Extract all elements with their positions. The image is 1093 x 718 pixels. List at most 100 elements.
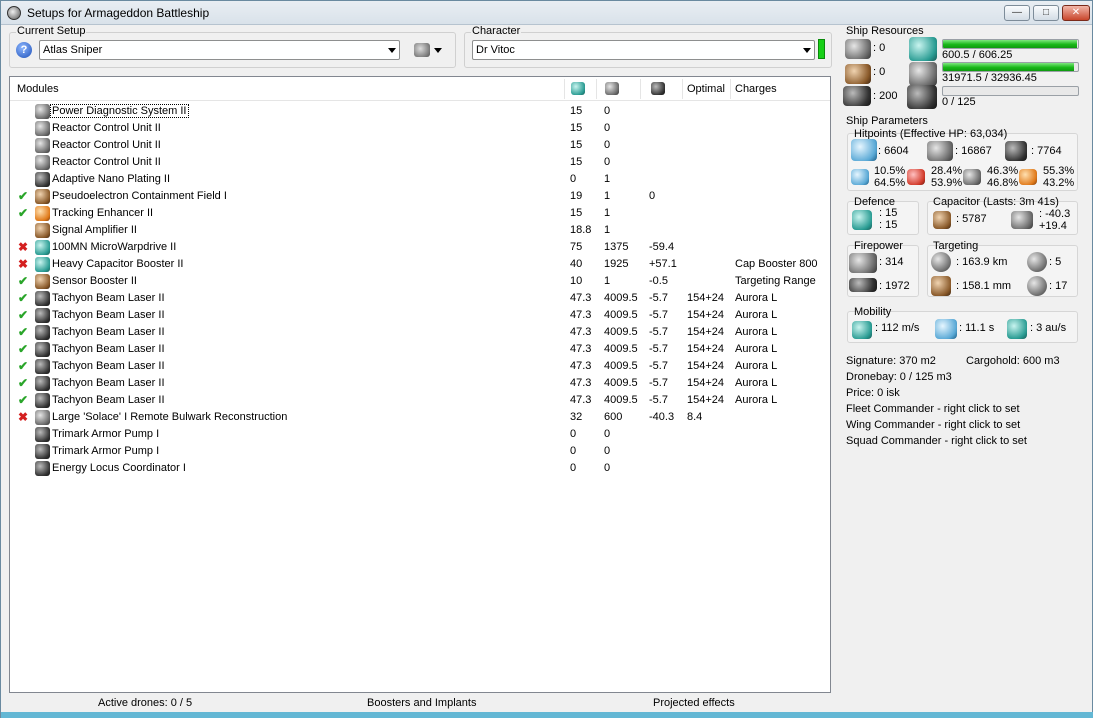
character-select[interactable]: Dr Vitoc xyxy=(472,40,815,60)
status-empty-icon[interactable] xyxy=(18,427,30,441)
module-charges[interactable]: Aurora L xyxy=(735,394,777,406)
active-check-icon[interactable]: ✔ xyxy=(18,342,30,356)
active-check-icon[interactable]: ✔ xyxy=(18,325,30,339)
module-name: Tachyon Beam Laser II xyxy=(52,377,165,389)
active-check-icon[interactable]: ✔ xyxy=(18,376,30,390)
module-powergrid: 1 xyxy=(604,275,611,287)
module-row[interactable]: ✔ Tachyon Beam Laser II 47.3 4009.5 -5.7 154+… xyxy=(10,290,830,307)
armor-hp-value: : 16867 xyxy=(955,145,992,157)
module-powergrid: 4009.5 xyxy=(604,343,638,355)
status-empty-icon[interactable] xyxy=(18,104,30,118)
active-check-icon[interactable]: ✔ xyxy=(18,274,30,288)
module-row[interactable]: ✔ Tachyon Beam Laser II 47.3 4009.5 -5.7 154+… xyxy=(10,392,830,409)
module-row[interactable]: ✔ Tachyon Beam Laser II 47.3 4009.5 -5.7 154+… xyxy=(10,375,830,392)
explosive-resist-armor: 43.2% xyxy=(1043,177,1075,189)
module-row[interactable]: ✔ Tachyon Beam Laser II 47.3 4009.5 -5.7 154+… xyxy=(10,307,830,324)
module-charges[interactable]: Aurora L xyxy=(735,292,777,304)
active-check-icon[interactable]: ✔ xyxy=(18,393,30,407)
module-row[interactable]: ✔ Tachyon Beam Laser II 47.3 4009.5 -5.7 154+… xyxy=(10,324,830,341)
calibration-value: : 200 xyxy=(873,90,898,102)
tools-dropdown-button[interactable] xyxy=(410,40,446,60)
module-row[interactable]: ✖ Large 'Solace' I Remote Bulwark Reconst… xyxy=(10,409,830,426)
active-check-icon[interactable]: ✔ xyxy=(18,308,30,322)
module-row[interactable]: ✔ Tachyon Beam Laser II 47.3 4009.5 -5.7 154+… xyxy=(10,341,830,358)
status-empty-icon[interactable] xyxy=(18,172,30,186)
module-row[interactable]: Power Diagnostic System II 15 0 xyxy=(10,103,830,120)
module-name: Large 'Solace' I Remote Bulwark Reconstr… xyxy=(52,411,288,423)
question-icon[interactable]: ? xyxy=(16,42,32,58)
beam-laser-icon xyxy=(35,291,50,306)
minimize-button[interactable]: — xyxy=(1004,5,1030,21)
status-empty-icon[interactable] xyxy=(18,444,30,458)
status-empty-icon[interactable] xyxy=(18,461,30,475)
setup-select[interactable]: Atlas Sniper xyxy=(39,40,400,60)
module-cpu: 47.3 xyxy=(570,292,592,304)
module-capacitor: -5.7 xyxy=(649,326,668,338)
active-check-icon[interactable]: ✔ xyxy=(18,291,30,305)
launcher-slots-value: : 0 xyxy=(873,66,886,78)
module-capacitor: +57.1 xyxy=(649,258,677,270)
projected-effects-status[interactable]: Projected effects xyxy=(653,697,735,709)
module-row[interactable]: ✔ Tachyon Beam Laser II 47.3 4009.5 -5.7 154+… xyxy=(10,358,830,375)
boosters-implants-status[interactable]: Boosters and Implants xyxy=(367,697,476,709)
beam-laser-icon xyxy=(35,342,50,357)
active-check-icon[interactable]: ✔ xyxy=(18,206,30,220)
close-button[interactable]: ✕ xyxy=(1062,5,1090,21)
module-name: 100MN MicroWarpdrive II xyxy=(52,241,177,253)
capacitor-icon[interactable] xyxy=(651,82,665,95)
offline-x-icon[interactable]: ✖ xyxy=(18,240,30,254)
charges-column-header[interactable]: Charges xyxy=(735,83,777,95)
dps-icon xyxy=(849,253,877,273)
module-row[interactable]: Signal Amplifier II 18.8 1 xyxy=(10,222,830,239)
module-charges[interactable]: Aurora L xyxy=(735,377,777,389)
capacitor-amount-icon xyxy=(933,211,951,229)
structure-hp-value: : 7764 xyxy=(1031,145,1062,157)
optimal-column-header[interactable]: Optimal xyxy=(687,83,725,95)
defence-value-2: : 15 xyxy=(879,219,898,231)
status-empty-icon[interactable] xyxy=(18,155,30,169)
cpu-icon[interactable] xyxy=(571,82,585,95)
offline-x-icon[interactable]: ✖ xyxy=(18,410,30,424)
modules-list[interactable]: Modules Optimal Charges Power Diagnostic… xyxy=(9,76,831,693)
module-row[interactable]: ✔ Pseudoelectron Containment Field I 19 1 0 xyxy=(10,188,830,205)
squad-commander-slot[interactable]: Squad Commander - right click to set xyxy=(846,435,1027,447)
wing-commander-slot[interactable]: Wing Commander - right click to set xyxy=(846,419,1020,431)
status-empty-icon[interactable] xyxy=(18,223,30,237)
status-empty-icon[interactable] xyxy=(18,121,30,135)
pseudoelectron-icon xyxy=(35,189,50,204)
active-check-icon[interactable]: ✔ xyxy=(18,359,30,373)
module-charges[interactable]: Targeting Range xyxy=(735,275,816,287)
module-row[interactable]: ✖ Heavy Capacitor Booster II 40 1925 +57.1 Ca… xyxy=(10,256,830,273)
active-drones-status[interactable]: Active drones: 0 / 5 xyxy=(98,697,192,709)
active-check-icon[interactable]: ✔ xyxy=(18,189,30,203)
module-row[interactable]: Reactor Control Unit II 15 0 xyxy=(10,120,830,137)
module-row[interactable]: Reactor Control Unit II 15 0 xyxy=(10,137,830,154)
module-row[interactable]: ✔ Tracking Enhancer II 15 1 xyxy=(10,205,830,222)
drone-bandwidth-bar xyxy=(942,86,1079,96)
modules-column-header[interactable]: Modules xyxy=(17,83,59,95)
offline-x-icon[interactable]: ✖ xyxy=(18,257,30,271)
module-name: Sensor Booster II xyxy=(52,275,137,287)
module-name: Trimark Armor Pump I xyxy=(52,445,160,457)
status-empty-icon[interactable] xyxy=(18,138,30,152)
module-charges[interactable]: Aurora L xyxy=(735,343,777,355)
module-charges[interactable]: Aurora L xyxy=(735,326,777,338)
module-charges[interactable]: Cap Booster 800 xyxy=(735,258,818,270)
kinetic-resist-armor: 46.8% xyxy=(987,177,1019,189)
module-row[interactable]: Reactor Control Unit II 15 0 xyxy=(10,154,830,171)
shield-icon xyxy=(851,139,877,161)
beam-laser-icon xyxy=(35,308,50,323)
module-charges[interactable]: Aurora L xyxy=(735,360,777,372)
module-row[interactable]: ✖ 100MN MicroWarpdrive II 75 1375 -59.4 xyxy=(10,239,830,256)
module-row[interactable]: Adaptive Nano Plating II 0 1 xyxy=(10,171,830,188)
module-row[interactable]: Trimark Armor Pump I 0 0 xyxy=(10,443,830,460)
module-charges[interactable]: Aurora L xyxy=(735,309,777,321)
power-diagnostic-icon xyxy=(35,104,50,119)
module-row[interactable]: Energy Locus Coordinator I 0 0 xyxy=(10,460,830,477)
module-row[interactable]: ✔ Sensor Booster II 10 1 -0.5 Targeting Range xyxy=(10,273,830,290)
maximize-button[interactable]: □ xyxy=(1033,5,1059,21)
module-capacitor: -5.7 xyxy=(649,377,668,389)
module-row[interactable]: Trimark Armor Pump I 0 0 xyxy=(10,426,830,443)
fleet-commander-slot[interactable]: Fleet Commander - right click to set xyxy=(846,403,1020,415)
powergrid-icon[interactable] xyxy=(605,82,619,95)
